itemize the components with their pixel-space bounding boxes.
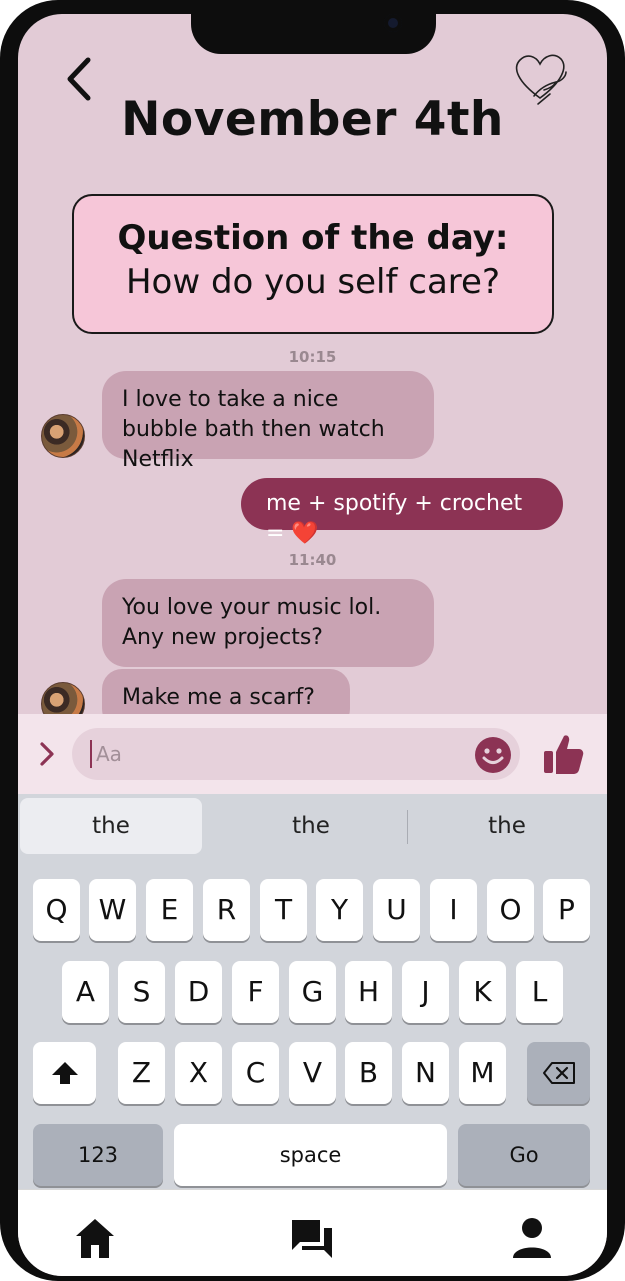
key-h[interactable]: H xyxy=(345,961,392,1023)
go-key[interactable]: Go xyxy=(458,1124,590,1186)
message-timestamp: 11:40 xyxy=(288,551,337,569)
key-k[interactable]: K xyxy=(459,961,506,1023)
person-icon[interactable] xyxy=(510,1216,554,1260)
message-timestamp: 10:15 xyxy=(288,348,337,366)
question-text: How do you self care? xyxy=(125,262,501,302)
key-l[interactable]: L xyxy=(516,961,563,1023)
message-bubble-incoming[interactable]: You love your music lol. Any new project… xyxy=(102,579,434,667)
phone-frame: November 4th Question of the day: How do… xyxy=(0,0,625,1281)
key-t[interactable]: T xyxy=(260,879,307,941)
key-b[interactable]: B xyxy=(345,1042,392,1104)
message-input[interactable]: Aa xyxy=(72,728,520,780)
numbers-key[interactable]: 123 xyxy=(33,1124,163,1186)
key-u[interactable]: U xyxy=(373,879,420,941)
key-n[interactable]: N xyxy=(402,1042,449,1104)
smiley-icon[interactable] xyxy=(474,736,512,774)
camera-icon xyxy=(384,14,402,32)
key-r[interactable]: R xyxy=(203,879,250,941)
key-j[interactable]: J xyxy=(402,961,449,1023)
backspace-icon xyxy=(542,1062,575,1084)
key-i[interactable]: I xyxy=(430,879,477,941)
chat-screen: November 4th Question of the day: How do… xyxy=(18,14,607,1276)
key-e[interactable]: E xyxy=(146,879,193,941)
suggestion-divider xyxy=(407,810,408,844)
shift-key[interactable] xyxy=(33,1042,96,1104)
suggestion-3[interactable]: the xyxy=(410,798,604,854)
question-of-the-day-card: Question of the day: How do you self car… xyxy=(72,194,554,334)
suggestion-2[interactable]: the xyxy=(214,798,408,854)
key-q[interactable]: Q xyxy=(33,879,80,941)
thumbs-up-icon[interactable] xyxy=(542,732,584,776)
text-cursor xyxy=(90,740,92,768)
key-g[interactable]: G xyxy=(289,961,336,1023)
key-z[interactable]: Z xyxy=(118,1042,165,1104)
backspace-key[interactable] xyxy=(527,1042,590,1104)
space-key[interactable]: space xyxy=(174,1124,447,1186)
key-x[interactable]: X xyxy=(175,1042,222,1104)
chat-icon[interactable] xyxy=(290,1216,334,1260)
question-label: Question of the day: xyxy=(117,218,509,258)
key-s[interactable]: S xyxy=(118,961,165,1023)
key-v[interactable]: V xyxy=(289,1042,336,1104)
key-p[interactable]: P xyxy=(543,879,590,941)
key-o[interactable]: O xyxy=(487,879,534,941)
key-c[interactable]: C xyxy=(232,1042,279,1104)
message-composer: Aa xyxy=(18,714,607,794)
keyboard: the the the Q W E R T Y U I O P A S D F … xyxy=(18,794,607,1189)
bottom-nav xyxy=(18,1189,607,1276)
key-w[interactable]: W xyxy=(89,879,136,941)
home-icon[interactable] xyxy=(73,1216,117,1260)
message-bubble-outgoing[interactable]: me + spotify + crochet = ❤️ xyxy=(241,478,563,546)
key-f[interactable]: F xyxy=(232,961,279,1023)
notch xyxy=(191,14,436,54)
suggestion-1[interactable]: the xyxy=(20,798,202,854)
message-input-placeholder: Aa xyxy=(96,742,122,766)
key-y[interactable]: Y xyxy=(316,879,363,941)
key-d[interactable]: D xyxy=(175,961,222,1023)
message-bubble-incoming[interactable]: I love to take a nice bubble bath then w… xyxy=(102,371,434,472)
key-a[interactable]: A xyxy=(62,961,109,1023)
shift-icon xyxy=(51,1062,78,1084)
avatar[interactable] xyxy=(41,414,85,458)
page-title: November 4th xyxy=(121,92,504,147)
chevron-right-icon[interactable] xyxy=(36,736,60,772)
key-m[interactable]: M xyxy=(459,1042,506,1104)
